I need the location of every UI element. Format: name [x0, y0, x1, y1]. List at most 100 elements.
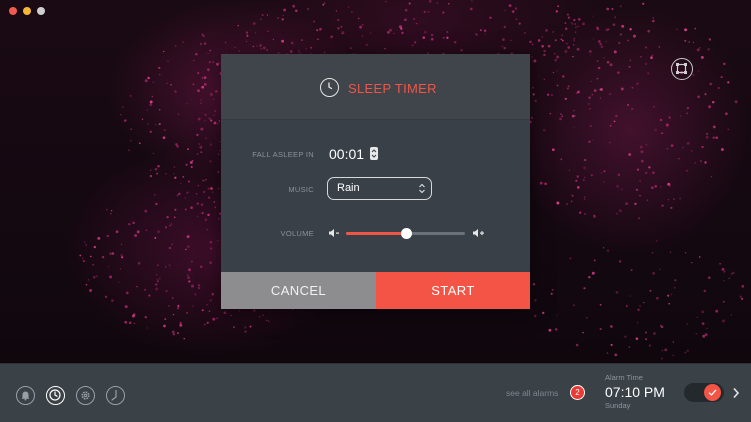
particle-dot	[658, 46, 660, 48]
particle-dot	[711, 100, 715, 104]
particle-dot	[609, 124, 612, 127]
particle-dot	[216, 62, 219, 66]
particle-dot	[620, 188, 623, 191]
particle-dot	[442, 11, 445, 14]
see-all-alarms-link[interactable]: see all alarms	[506, 388, 558, 398]
volume-down-icon[interactable]	[328, 228, 340, 238]
particle-dot	[97, 236, 101, 240]
particle-dot	[162, 136, 166, 140]
start-button[interactable]: START	[376, 272, 530, 309]
zoom-window-button[interactable]	[37, 7, 45, 15]
particle-dot	[186, 191, 189, 194]
particle-dot	[514, 7, 518, 10]
particle-dot	[621, 24, 625, 28]
particle-dot	[124, 305, 128, 309]
fullscreen-button[interactable]	[671, 58, 693, 80]
particle-dot	[218, 218, 220, 220]
particle-dot	[203, 42, 207, 45]
particle-dot	[561, 34, 563, 37]
particle-dot	[650, 186, 654, 190]
particle-dot	[158, 123, 161, 126]
particle-dot	[628, 153, 632, 156]
particle-dot	[639, 304, 641, 307]
minimize-window-button[interactable]	[23, 7, 31, 15]
particle-dot	[204, 218, 208, 221]
particle-dot	[599, 328, 602, 331]
particle-dot	[686, 349, 689, 352]
particle-dot	[682, 146, 684, 149]
particle-dot	[575, 179, 578, 182]
particle-dot	[164, 266, 167, 268]
particle-dot	[593, 214, 596, 217]
particle-dot	[192, 59, 195, 62]
particle-dot	[152, 81, 155, 84]
particle-dot	[109, 252, 112, 255]
particle-dot	[475, 33, 478, 36]
particle-dot	[615, 114, 618, 118]
particle-dot	[107, 265, 110, 268]
particle-dot	[266, 319, 268, 322]
particle-dot	[571, 194, 574, 197]
particle-dot	[265, 48, 269, 52]
particle-dot	[206, 228, 209, 231]
particle-dot	[120, 114, 122, 116]
particle-dot	[258, 316, 261, 318]
particle-dot	[215, 90, 218, 93]
particle-dot	[207, 213, 210, 217]
particle-dot	[629, 59, 632, 61]
particle-dot	[636, 321, 639, 324]
particle-dot	[469, 7, 473, 11]
particle-dot	[428, 0, 432, 3]
particle-dot	[584, 158, 587, 162]
particle-dot	[137, 261, 141, 265]
particle-dot	[184, 208, 187, 211]
particle-dot	[631, 108, 633, 110]
particle-dot	[205, 178, 207, 181]
close-window-button[interactable]	[9, 7, 17, 15]
volume-up-icon[interactable]	[472, 228, 485, 238]
alarm-toggle[interactable]	[684, 383, 724, 402]
particle-dot	[128, 222, 131, 226]
particle-dot	[541, 35, 544, 38]
particle-dot	[652, 272, 655, 275]
particle-dot	[471, 0, 473, 2]
particle-dot	[95, 275, 98, 278]
particle-dot	[200, 99, 202, 101]
particle-dot	[118, 281, 120, 283]
particle-dot	[701, 310, 705, 314]
particle-dot	[230, 314, 232, 317]
particle-dot	[172, 333, 175, 336]
nav-sleep-timer-button[interactable]	[46, 386, 65, 405]
particle-dot	[209, 49, 211, 52]
particle-dot	[208, 310, 211, 313]
particle-dot	[574, 114, 577, 117]
alarms-count-badge[interactable]: 2	[570, 385, 585, 400]
particle-dot	[701, 322, 705, 325]
particle-dot	[588, 103, 590, 105]
particle-dot	[282, 14, 284, 17]
particle-dot	[148, 294, 151, 297]
time-stepper[interactable]	[370, 147, 378, 160]
particle-dot	[644, 331, 647, 334]
nav-settings-button[interactable]	[76, 386, 95, 405]
volume-slider[interactable]	[346, 228, 465, 239]
particle-dot	[357, 17, 360, 20]
nav-stopwatch-button[interactable]	[106, 386, 125, 405]
volume-slider-thumb[interactable]	[400, 228, 412, 239]
particle-dot	[596, 77, 599, 80]
particle-dot	[277, 17, 279, 19]
particle-dot	[152, 152, 155, 155]
cancel-button[interactable]: CANCEL	[221, 272, 376, 309]
chevron-right-icon[interactable]	[732, 387, 740, 399]
fall-asleep-time-input[interactable]: 00:01	[329, 146, 364, 162]
particle-dot	[224, 41, 227, 44]
particle-dot	[120, 243, 123, 246]
nav-alarms-button[interactable]	[16, 386, 35, 405]
particle-dot	[638, 217, 640, 220]
particle-dot	[569, 257, 572, 260]
particle-dot	[649, 289, 652, 292]
music-select[interactable]: Rain	[327, 177, 432, 200]
particle-dot	[200, 102, 202, 104]
app-window: SLEEP TIMER FALL ASLEEP IN 00:01 MUSIC R…	[0, 0, 751, 422]
particle-dot	[625, 202, 628, 206]
